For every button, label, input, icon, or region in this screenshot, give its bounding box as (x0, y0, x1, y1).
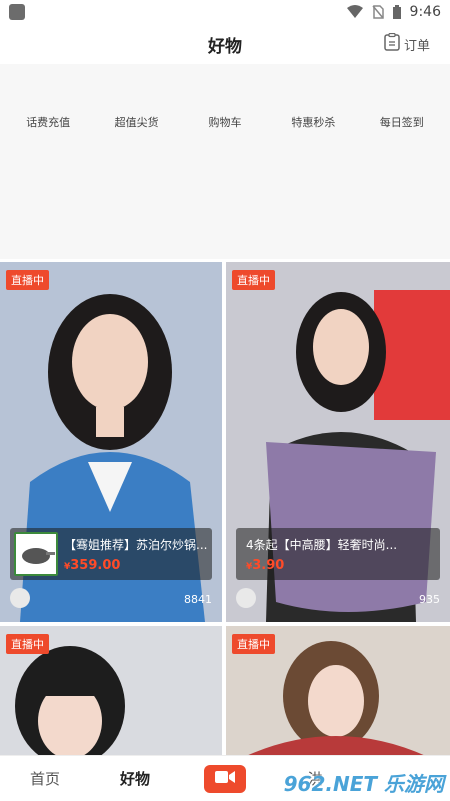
status-time: 9:46 (409, 4, 441, 20)
category-strip: 话费充值 超值尖货 购物车 特惠秒杀 每日签到 (0, 64, 450, 259)
viewer-count: 935 (419, 593, 440, 606)
no-sim-icon (371, 5, 384, 19)
live-grid: 直播中 【骞姐推荐】苏泊尔炒锅... ¥359.00 8841 直播中 4条起【… (0, 262, 450, 756)
nav-live-button[interactable] (180, 764, 270, 793)
bottom-nav: 首页 好物 洪 962.NET 乐游网 (0, 755, 450, 801)
category-flash-sale[interactable]: 特惠秒杀 (269, 114, 357, 130)
category-recharge[interactable]: 话费充值 (4, 114, 92, 130)
product-price: ¥3.90 (246, 557, 285, 573)
live-badge: 直播中 (232, 634, 275, 654)
live-badge: 直播中 (6, 634, 49, 654)
product-box[interactable]: 【骞姐推荐】苏泊尔炒锅... ¥359.00 (10, 528, 212, 580)
live-card[interactable]: 直播中 【骞姐推荐】苏泊尔炒锅... ¥359.00 8841 (0, 262, 222, 622)
live-badge: 直播中 (232, 270, 275, 290)
live-card[interactable]: 直播中 4条起【中高腰】轻奢时尚... ¥3.90 935 (226, 262, 450, 622)
header: 好物 订单 (0, 24, 450, 64)
status-icons: 9:46 (346, 4, 441, 20)
viewer-count: 8841 (184, 593, 212, 606)
product-name: 4条起【中高腰】轻奢时尚... (246, 537, 398, 552)
live-card[interactable]: 直播中 (226, 626, 450, 756)
avatar (10, 588, 30, 608)
live-badge: 直播中 (6, 270, 49, 290)
category-cart[interactable]: 购物车 (181, 114, 269, 130)
wifi-icon (346, 5, 363, 19)
category-daily-checkin[interactable]: 每日签到 (358, 114, 446, 130)
product-price: ¥359.00 (64, 557, 121, 573)
watermark-logo: 962.NET 乐游网 (283, 772, 444, 796)
live-card[interactable]: 直播中 (0, 626, 222, 756)
video-camera-icon (215, 770, 235, 788)
product-box[interactable]: 4条起【中高腰】轻奢时尚... ¥3.90 (236, 528, 440, 580)
battery-icon (392, 5, 401, 19)
nav-goods[interactable]: 好物 (90, 768, 180, 789)
app-notification-icon (9, 4, 25, 20)
status-bar: 9:46 (0, 0, 450, 24)
order-label: 订单 (403, 38, 430, 54)
page-title: 好物 (208, 36, 242, 57)
product-thumbnail (14, 532, 58, 576)
clipboard-icon (384, 32, 400, 55)
product-name: 【骞姐推荐】苏泊尔炒锅... (64, 537, 208, 552)
category-deals[interactable]: 超值尖货 (93, 114, 181, 130)
order-button[interactable]: 订单 (384, 32, 430, 55)
avatar (236, 588, 256, 608)
nav-home[interactable]: 首页 (0, 768, 90, 789)
